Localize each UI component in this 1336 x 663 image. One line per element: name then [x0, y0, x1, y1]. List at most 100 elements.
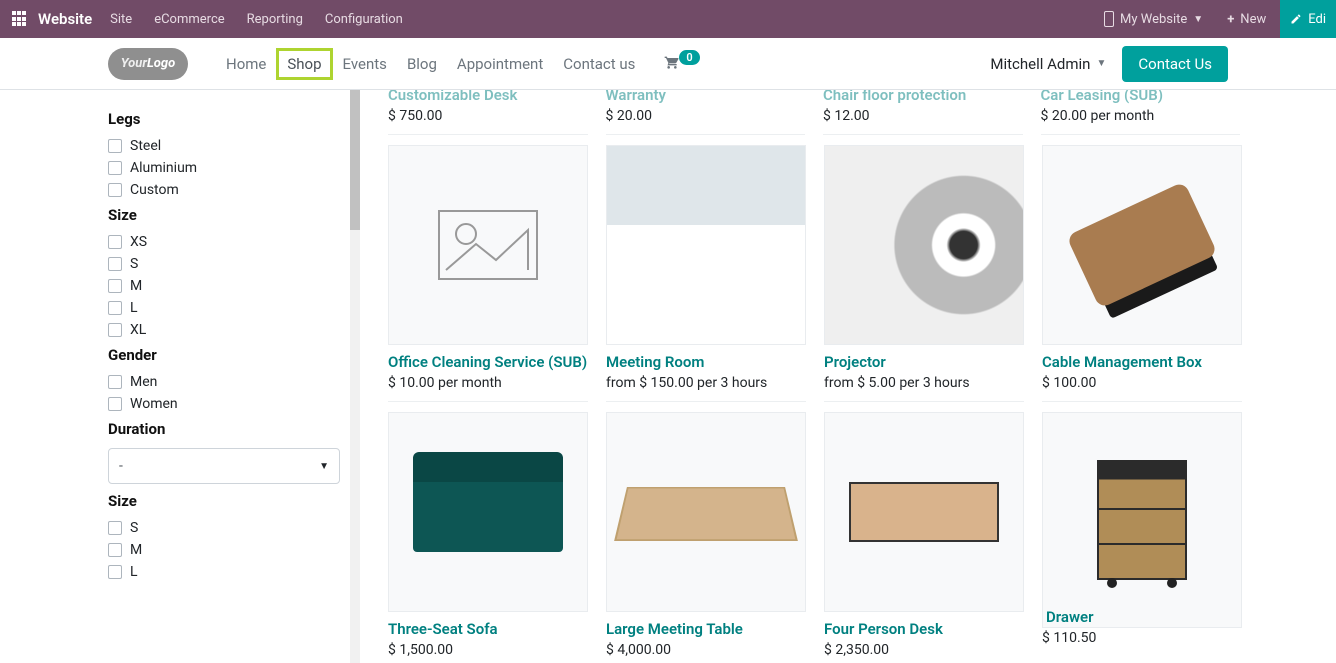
menu-reporting[interactable]: Reporting [247, 12, 303, 27]
site-nav: YourLogo Home Shop Events Blog Appointme… [0, 38, 1336, 90]
nav-blog[interactable]: Blog [397, 49, 447, 79]
product-image [388, 145, 588, 345]
mywebsite-switcher[interactable]: My Website ▼ [1094, 7, 1213, 31]
apps-icon[interactable] [12, 11, 28, 27]
cart-count: 0 [679, 50, 699, 65]
product-price: $ 20.00 per month [1041, 108, 1241, 124]
product-image [388, 412, 588, 612]
filter-title-gender: Gender [108, 346, 352, 364]
product-card[interactable]: Chair floor protection $ 12.00 [823, 90, 1023, 145]
product-title: Drawer [1042, 608, 1242, 626]
main: Legs Steel Aluminium Custom Size XS S M … [0, 90, 1336, 663]
product-card[interactable]: Customizable Desk $ 750.00 [388, 90, 588, 145]
filter-s[interactable]: S [108, 256, 352, 272]
menu-configuration[interactable]: Configuration [325, 12, 403, 27]
site-logo[interactable]: YourLogo [108, 48, 188, 80]
menu-ecommerce[interactable]: eCommerce [154, 12, 224, 27]
mywebsite-label: My Website [1120, 12, 1187, 27]
caret-down-icon: ▼ [1096, 58, 1106, 69]
product-row: Three-Seat Sofa $ 1,500.00 Large Meeting… [388, 412, 1240, 658]
product-price: $ 110.50 [1042, 630, 1242, 646]
edit-button[interactable]: Edi [1280, 0, 1336, 38]
nav-links: Home Shop Events Blog Appointment Contac… [216, 48, 645, 80]
product-price: $ 2,350.00 [824, 642, 1024, 658]
product-card[interactable]: Meeting Room from $ 150.00 per 3 hours [606, 145, 806, 412]
product-title: Cable Management Box [1042, 353, 1242, 371]
filter-steel[interactable]: Steel [108, 138, 352, 154]
new-button[interactable]: + New [1217, 8, 1276, 31]
pencil-icon [1290, 13, 1302, 25]
product-card[interactable]: Projector from $ 5.00 per 3 hours [824, 145, 1024, 412]
filter-title-duration: Duration [108, 420, 352, 438]
product-title: Three-Seat Sofa [388, 620, 588, 638]
product-title: Meeting Room [606, 353, 806, 371]
product-price: from $ 5.00 per 3 hours [824, 375, 1024, 391]
product-card[interactable]: Four Person Desk $ 2,350.00 [824, 412, 1024, 658]
duration-value: - [119, 458, 123, 474]
product-title: Four Person Desk [824, 620, 1024, 638]
product-row: Office Cleaning Service (SUB) $ 10.00 pe… [388, 145, 1240, 412]
product-price: $ 10.00 per month [388, 375, 588, 391]
product-image [824, 145, 1024, 345]
contact-us-button[interactable]: Contact Us [1122, 46, 1228, 82]
new-label: New [1240, 12, 1266, 27]
product-image [606, 145, 806, 345]
nav-contact[interactable]: Contact us [553, 49, 645, 79]
product-price: from $ 150.00 per 3 hours [606, 375, 806, 391]
filter-xs[interactable]: XS [108, 234, 352, 250]
product-price: $ 1,500.00 [388, 642, 588, 658]
product-image [606, 412, 806, 612]
filter-women[interactable]: Women [108, 396, 352, 412]
product-grid: Customizable Desk $ 750.00 Warranty $ 20… [360, 90, 1336, 663]
product-image [1042, 145, 1242, 345]
product-image [1042, 412, 1242, 628]
sidebar-scrollbar[interactable] [350, 90, 360, 663]
filter-title-legs: Legs [108, 110, 352, 128]
product-title: Projector [824, 353, 1024, 371]
product-card[interactable]: Warranty $ 20.00 [606, 90, 806, 145]
product-price: $ 750.00 [388, 108, 588, 124]
filter-aluminium[interactable]: Aluminium [108, 160, 352, 176]
filter-m2[interactable]: M [108, 542, 352, 558]
product-price: $ 20.00 [606, 108, 806, 124]
filter-men[interactable]: Men [108, 374, 352, 390]
filter-s2[interactable]: S [108, 520, 352, 536]
nav-events[interactable]: Events [333, 49, 397, 79]
chevron-down-icon: ▼ [319, 461, 329, 472]
nav-home[interactable]: Home [216, 49, 276, 79]
menu-site[interactable]: Site [110, 12, 132, 27]
filter-custom[interactable]: Custom [108, 182, 352, 198]
topbar-menu: Site eCommerce Reporting Configuration [110, 12, 403, 27]
filter-m[interactable]: M [108, 278, 352, 294]
filter-l2[interactable]: L [108, 564, 352, 580]
duration-select[interactable]: - ▼ [108, 448, 340, 484]
product-card[interactable]: Cable Management Box $ 100.00 [1042, 145, 1242, 412]
product-price: $ 4,000.00 [606, 642, 806, 658]
admin-topbar: Website Site eCommerce Reporting Configu… [0, 0, 1336, 38]
product-title: Large Meeting Table [606, 620, 806, 638]
product-image [824, 412, 1024, 612]
filter-title-size2: Size [108, 492, 352, 510]
user-name: Mitchell Admin [990, 55, 1090, 73]
product-card-highlighted[interactable]: Drawer $ 110.50 [1042, 412, 1242, 658]
product-row: Customizable Desk $ 750.00 Warranty $ 20… [388, 90, 1240, 145]
product-card[interactable]: Three-Seat Sofa $ 1,500.00 [388, 412, 588, 658]
product-title: Warranty [606, 90, 806, 104]
product-title: Customizable Desk [388, 90, 588, 104]
user-menu[interactable]: Mitchell Admin ▼ [990, 55, 1106, 73]
product-card[interactable]: Large Meeting Table $ 4,000.00 [606, 412, 806, 658]
mobile-icon [1104, 11, 1114, 27]
filter-l[interactable]: L [108, 300, 352, 316]
nav-appointment[interactable]: Appointment [447, 49, 553, 79]
plus-icon: + [1227, 12, 1234, 27]
product-card[interactable]: Car Leasing (SUB) $ 20.00 per month [1041, 90, 1241, 145]
filter-xl[interactable]: XL [108, 322, 352, 338]
edit-label: Edi [1308, 12, 1326, 27]
cart-button[interactable]: 0 [663, 54, 699, 74]
filter-title-size: Size [108, 206, 352, 224]
product-title: Car Leasing (SUB) [1041, 90, 1241, 104]
app-brand[interactable]: Website [38, 10, 92, 28]
product-card[interactable]: Office Cleaning Service (SUB) $ 10.00 pe… [388, 145, 588, 412]
filters-sidebar: Legs Steel Aluminium Custom Size XS S M … [0, 90, 360, 663]
nav-shop[interactable]: Shop [276, 48, 332, 80]
